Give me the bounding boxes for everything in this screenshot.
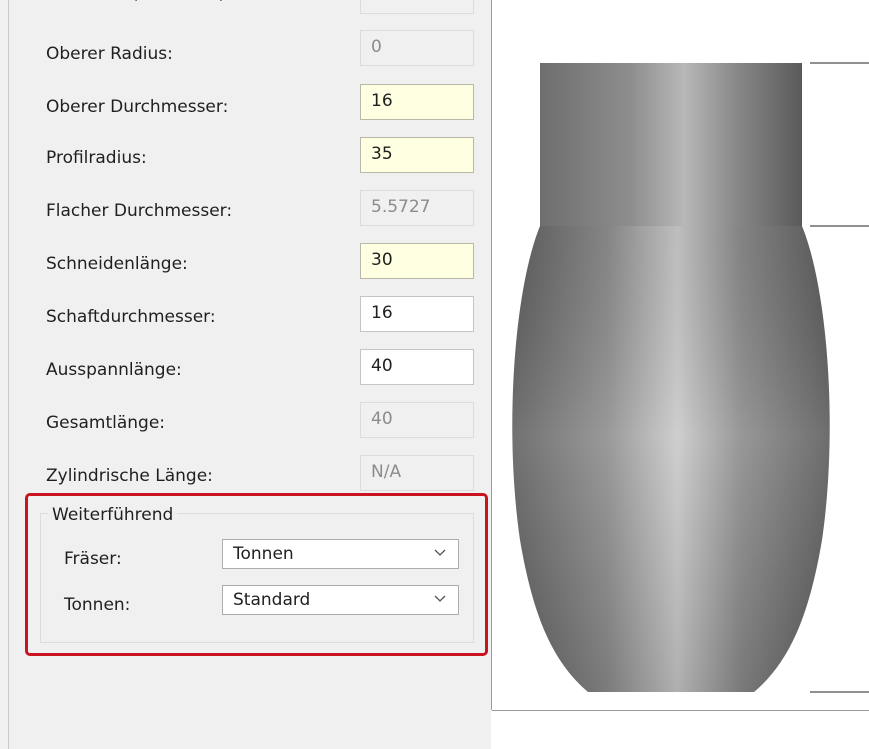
oberer-radius-label: Oberer Radius:: [46, 44, 173, 64]
tool-parameters-panel: ▬▬▬▬▬ (▬▬▬▬▬) Oberer Radius: 0 Oberer Du…: [0, 0, 491, 749]
zylindrische-laenge-label: Zylindrische Länge:: [46, 466, 213, 486]
tool-preview: [492, 0, 869, 710]
schaftdurchmesser-field[interactable]: 16: [360, 296, 474, 332]
schneidenlaenge-label: Schneidenlänge:: [46, 254, 188, 274]
cut-off-label: ▬▬▬▬▬ (▬▬▬▬▬): [46, 0, 225, 4]
highlight-box: [25, 493, 488, 656]
ausspannlaenge-label: Ausspannlänge:: [46, 360, 182, 380]
schaftdurchmesser-label: Schaftdurchmesser:: [46, 307, 216, 327]
cut-off-field: [360, 0, 474, 14]
ausspannlaenge-field[interactable]: 40: [360, 349, 474, 385]
zylindrische-laenge-field: N/A: [360, 455, 474, 491]
panel-edge: [8, 0, 9, 749]
profilradius-field[interactable]: 35: [360, 137, 474, 173]
oberer-radius-field: 0: [360, 30, 474, 66]
flacher-durchmesser-label: Flacher Durchmesser:: [46, 201, 233, 221]
barrel-tool-graphic: [512, 62, 869, 693]
oberer-durchmesser-label: Oberer Durchmesser:: [46, 97, 229, 117]
gesamtlaenge-label: Gesamtlänge:: [46, 413, 166, 433]
flacher-durchmesser-field: 5.5727: [360, 190, 474, 226]
profilradius-label: Profilradius:: [46, 148, 147, 168]
schneidenlaenge-field[interactable]: 30: [360, 243, 474, 279]
gesamtlaenge-field: 40: [360, 402, 474, 438]
preview-bottom-border: [492, 710, 869, 711]
oberer-durchmesser-field[interactable]: 16: [360, 84, 474, 120]
